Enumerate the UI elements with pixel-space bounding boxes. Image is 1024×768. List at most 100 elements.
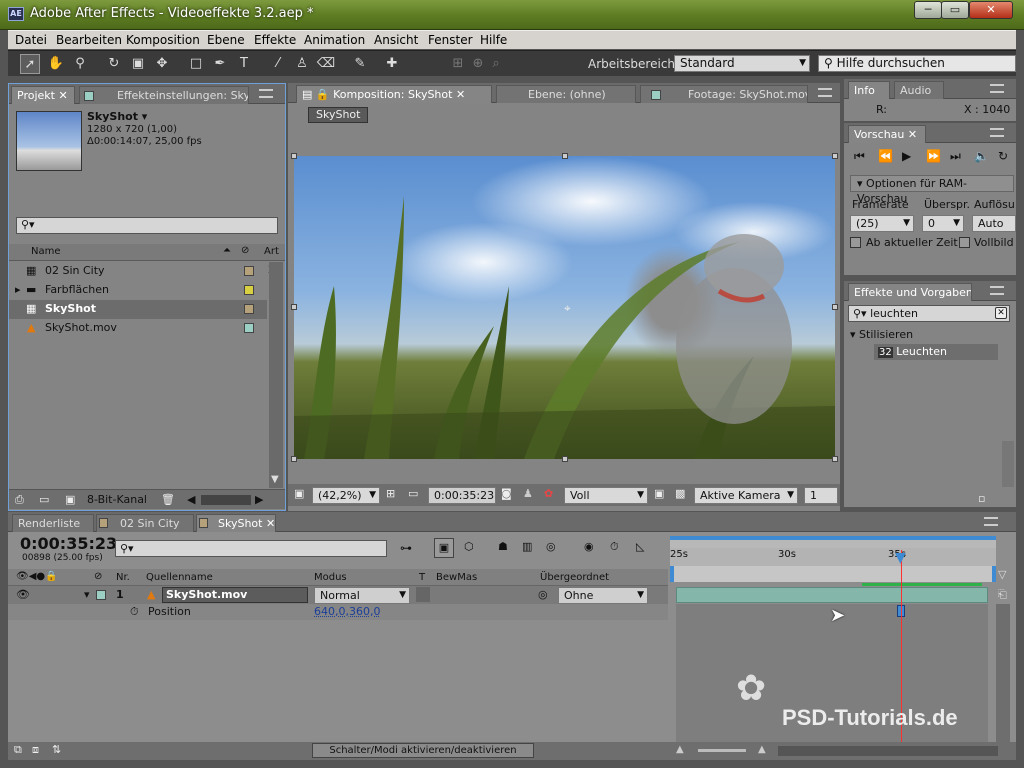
- bounding-handle[interactable]: [291, 153, 297, 159]
- menu-effekte[interactable]: Effekte: [254, 33, 296, 47]
- thumb-title[interactable]: SkyShot ▾: [87, 110, 147, 123]
- transparency-grid-icon[interactable]: ▩: [675, 487, 685, 500]
- panel-menu-icon[interactable]: [818, 88, 832, 97]
- expand-arrow-icon[interactable]: ▸: [15, 281, 21, 299]
- pick-whip-icon[interactable]: ◎: [538, 588, 548, 601]
- menu-ebene[interactable]: Ebene: [207, 33, 245, 47]
- tab-composition[interactable]: ▤ 🔒 Komposition: SkyShot ✕: [296, 85, 492, 103]
- view-layout-dropdown[interactable]: 1 Ans: [804, 487, 838, 504]
- zoom-dropdown[interactable]: (42,2%) ▼: [312, 487, 380, 504]
- preserve-transparency-toggle[interactable]: [416, 587, 430, 602]
- tab-audio[interactable]: Audio: [894, 81, 944, 99]
- lock-icon[interactable]: ▤ 🔒: [302, 88, 330, 101]
- column-preserve-transparency[interactable]: T: [419, 572, 425, 583]
- label-color-swatch[interactable]: [96, 590, 106, 600]
- camera-view-dropdown[interactable]: Aktive Kamera ▼: [694, 487, 798, 504]
- horizontal-scrollbar[interactable]: [201, 495, 251, 505]
- column-source-name[interactable]: Quellenname: [146, 572, 213, 583]
- color-channels-icon[interactable]: ✿: [544, 487, 553, 500]
- from-current-time-checkbox[interactable]: [850, 237, 861, 248]
- tab-info[interactable]: Info: [848, 81, 890, 99]
- time-ruler[interactable]: 25s 30s 35s: [670, 548, 996, 566]
- help-search-input[interactable]: ⚲ Hilfe durchsuchen: [818, 55, 1016, 72]
- zoom-tool-icon[interactable]: ⚲: [70, 54, 90, 74]
- av-features-icon[interactable]: 👁◀●🔒: [16, 571, 58, 582]
- fullscreen-checkbox[interactable]: [959, 237, 970, 248]
- timeline-search-input[interactable]: ⚲▾: [115, 540, 387, 557]
- tab-project[interactable]: Projekt ✕: [11, 86, 75, 104]
- tab-skyshot[interactable]: SkyShot ✕: [196, 514, 276, 532]
- play-icon[interactable]: ▶: [902, 149, 911, 163]
- comp-mini-flowchart-icon[interactable]: ⊶: [400, 541, 412, 555]
- tab-02-sin-city[interactable]: 02 Sin City: [96, 514, 194, 532]
- timeline-timecode[interactable]: 0:00:35:23: [20, 534, 117, 553]
- bounding-handle[interactable]: [832, 456, 838, 462]
- scroll-left-icon[interactable]: ◀: [187, 493, 195, 506]
- layer-name[interactable]: SkyShot.mov: [162, 587, 308, 603]
- axis-mode-icon[interactable]: ⊞: [448, 54, 468, 74]
- project-item[interactable]: ▲ SkyShot.mov: [9, 319, 267, 338]
- hide-shy-layers-icon[interactable]: ☗: [498, 540, 508, 553]
- layer-switches-icon[interactable]: ⧉: [14, 743, 22, 757]
- trash-icon[interactable]: 🗑: [161, 493, 175, 506]
- bounding-handle[interactable]: [832, 304, 838, 310]
- scroll-down-icon[interactable]: ▼: [271, 474, 279, 485]
- grid-icon[interactable]: ⊞: [386, 487, 395, 500]
- next-frame-icon[interactable]: ⏩: [926, 149, 941, 163]
- interpret-footage-icon[interactable]: ⎙: [15, 493, 24, 507]
- timeline-vertical-scrollbar[interactable]: [996, 604, 1010, 742]
- new-preset-icon[interactable]: ▫: [978, 492, 985, 505]
- eraser-tool-icon[interactable]: ⌫: [316, 54, 336, 74]
- skip-dropdown[interactable]: 0 ▼: [922, 215, 964, 232]
- rectangle-tool-icon[interactable]: □: [186, 54, 206, 74]
- column-name[interactable]: Name: [31, 246, 61, 257]
- previous-frame-icon[interactable]: ⏪: [878, 149, 893, 163]
- zoom-in-icon[interactable]: ▲: [758, 744, 766, 755]
- graph-editor-icon[interactable]: ◺: [636, 540, 644, 553]
- menu-bearbeiten[interactable]: Bearbeiten: [56, 33, 122, 47]
- tab-effects-presets[interactable]: Effekte und Vorgaben: [848, 283, 972, 301]
- maximize-button[interactable]: ▭: [941, 1, 969, 19]
- selection-tool-icon[interactable]: ➚: [20, 54, 40, 74]
- composition-viewer-image[interactable]: ⌖: [294, 156, 835, 459]
- bounding-handle[interactable]: [562, 153, 568, 159]
- text-tool-icon[interactable]: T: [234, 54, 254, 74]
- effect-item-leuchten[interactable]: 32 Leuchten: [874, 344, 998, 360]
- label-color-swatch[interactable]: [244, 266, 254, 276]
- workspace-dropdown[interactable]: Standard ▼: [674, 55, 810, 72]
- new-composition-icon[interactable]: ▣: [65, 493, 75, 506]
- clone-stamp-tool-icon[interactable]: ♙: [292, 54, 312, 74]
- column-track-matte[interactable]: BewMas: [436, 572, 477, 583]
- stopwatch-icon[interactable]: ⏱: [130, 605, 139, 619]
- effects-search-input[interactable]: ⚲▾ leuchten ✕: [848, 305, 1010, 322]
- parent-dropdown[interactable]: Ohne ▼: [558, 587, 648, 604]
- label-color-swatch[interactable]: [244, 323, 254, 333]
- pan-behind-tool-icon[interactable]: ✥: [152, 54, 172, 74]
- project-search-input[interactable]: ⚲▾: [16, 217, 278, 234]
- panel-menu-icon[interactable]: [990, 128, 1004, 137]
- resolution-dropdown[interactable]: Voll ▼: [564, 487, 648, 504]
- toggle-switches-modes-button[interactable]: Schalter/Modi aktivieren/deaktivieren: [312, 743, 534, 758]
- project-vertical-scrollbar[interactable]: ▼: [269, 262, 283, 488]
- pen-tool-icon[interactable]: ✒: [210, 54, 230, 74]
- layer-row[interactable]: 👁 ▾ 1 ▲ SkyShot.mov Normal ▼ ◎ Ohne ▼: [8, 586, 668, 604]
- label-color-swatch[interactable]: [244, 285, 254, 295]
- frame-blending-icon[interactable]: ▥: [522, 540, 532, 553]
- panel-menu-icon[interactable]: [990, 286, 1004, 295]
- ram-preview-options[interactable]: ▾ Optionen für RAM-Vorschau: [850, 175, 1014, 205]
- roto-brush-tool-icon[interactable]: ✎: [350, 54, 370, 74]
- always-preview-icon[interactable]: ▣: [294, 487, 304, 500]
- expand-arrow-icon[interactable]: ▾: [84, 588, 90, 601]
- show-snapshot-icon[interactable]: ♟: [523, 487, 533, 500]
- snapshot-camera-icon[interactable]: ◙: [501, 487, 512, 500]
- first-frame-icon[interactable]: ⏮: [854, 149, 865, 164]
- world-axis-icon[interactable]: ⊕: [468, 54, 488, 74]
- menu-komposition[interactable]: Komposition: [126, 33, 200, 47]
- framerate-dropdown[interactable]: (25) ▼: [850, 215, 914, 232]
- label-tag-icon[interactable]: ⊘: [94, 571, 102, 582]
- menu-hilfe[interactable]: Hilfe: [480, 33, 507, 47]
- camera-tool-icon[interactable]: ▣: [128, 54, 148, 74]
- brush-tool-icon[interactable]: ⁄: [268, 54, 288, 74]
- panel-menu-icon[interactable]: [990, 84, 1004, 93]
- mask-visibility-icon[interactable]: ▭: [408, 487, 418, 500]
